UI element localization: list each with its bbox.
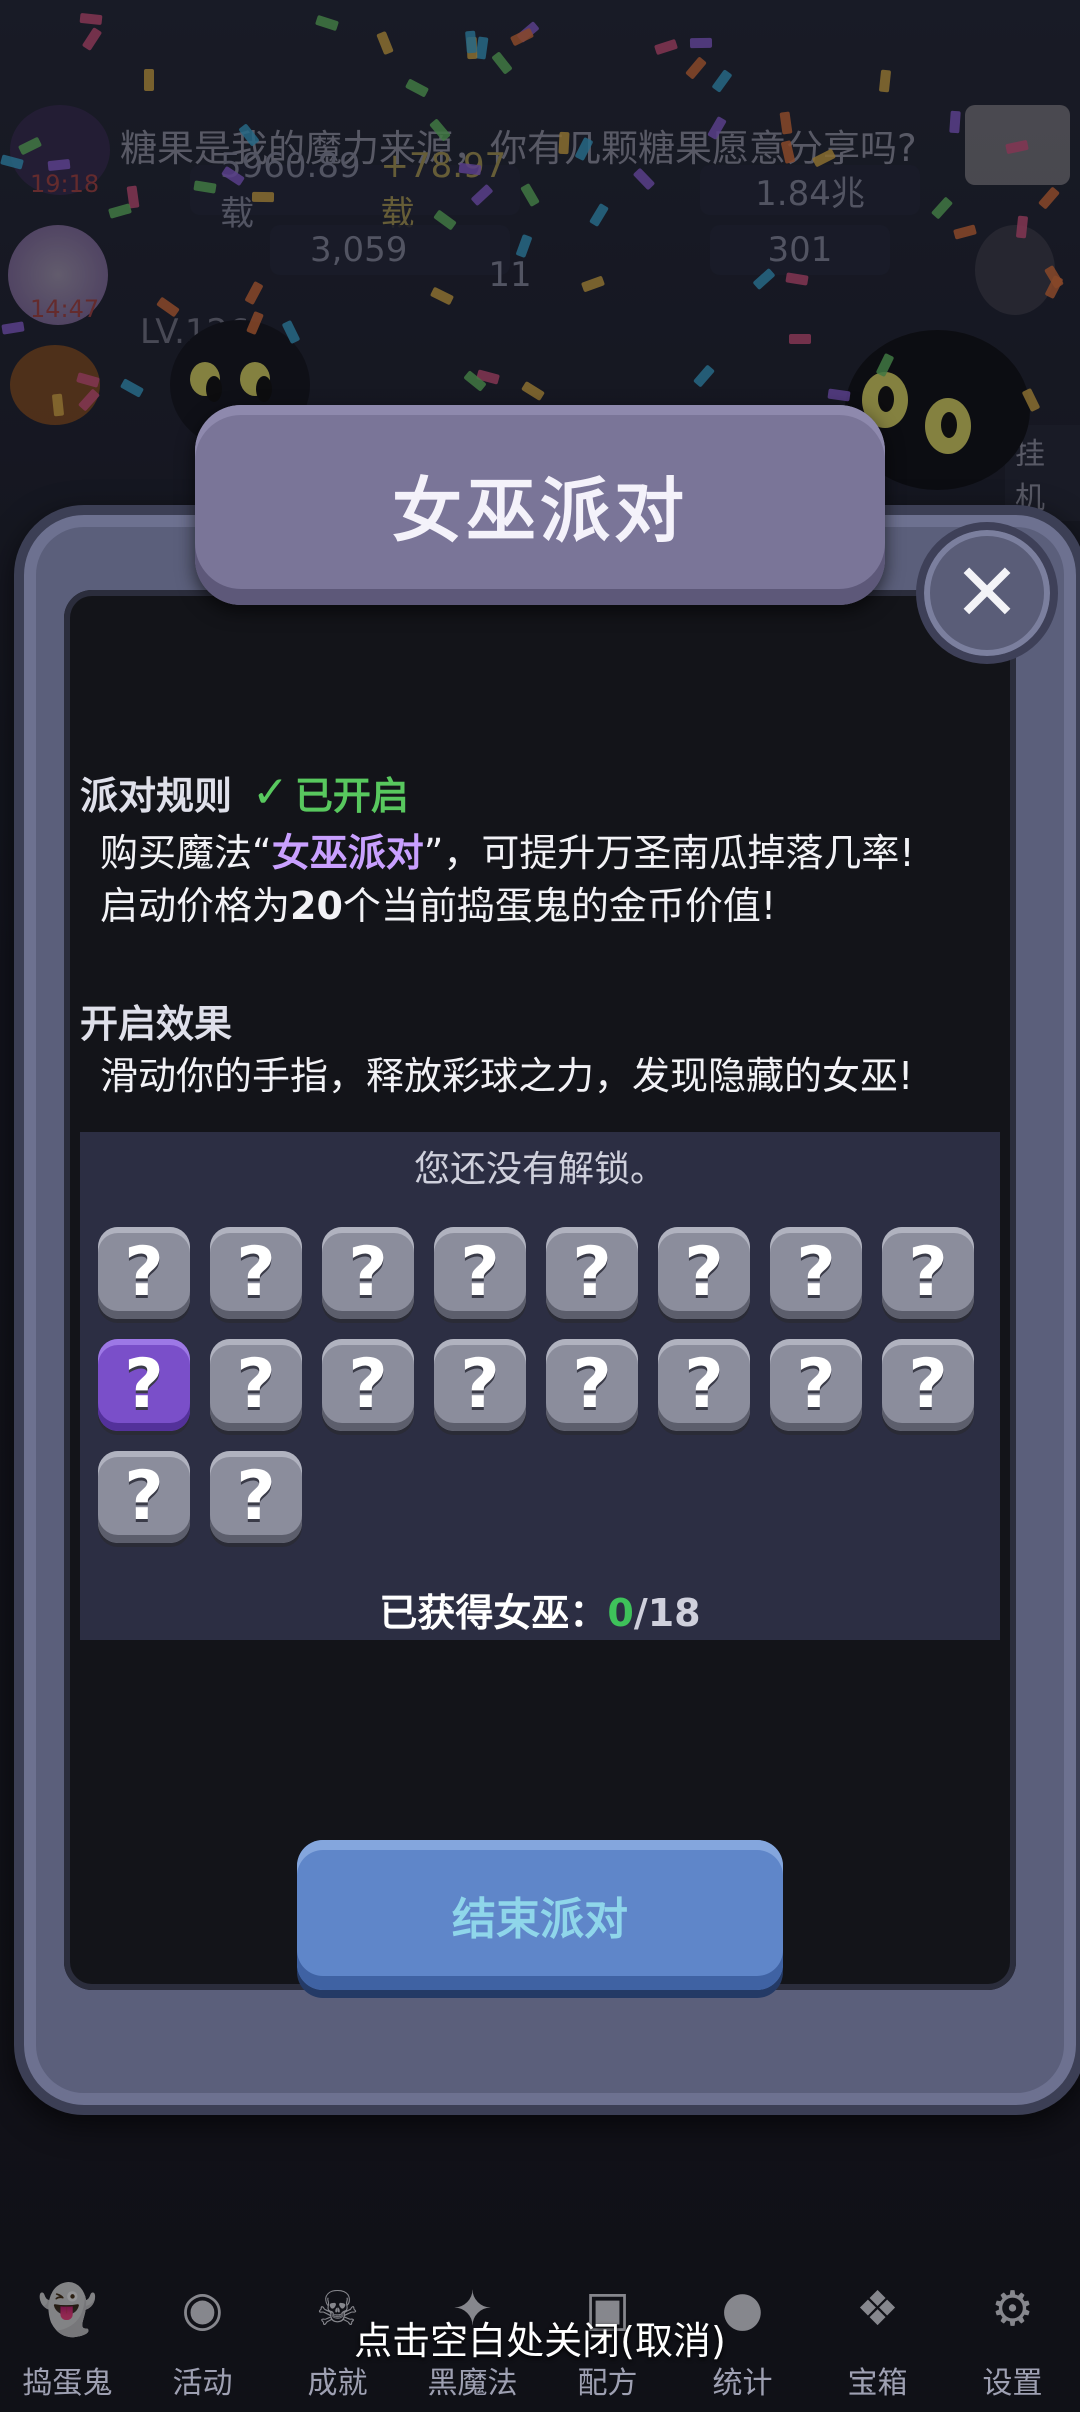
witch-slot-grid: ?????????????????? [98,1227,998,1543]
witch-slot[interactable]: ? [770,1227,862,1319]
witch-slot[interactable]: ? [882,1339,974,1431]
rules-heading: 派对规则 [80,774,233,818]
question-mark-icon: ? [124,1345,164,1424]
witch-slot[interactable]: ? [434,1339,526,1431]
question-mark-icon: ? [684,1345,724,1424]
witch-slot[interactable]: ? [882,1227,974,1319]
question-mark-icon: ? [796,1345,836,1424]
modal-title: 女巫派对 [392,469,688,552]
witch-slot[interactable]: ? [210,1227,302,1319]
close-x-icon: ✕ [953,546,1021,639]
question-mark-icon: ? [236,1457,276,1536]
close-button[interactable]: ✕ [916,522,1058,664]
price-multiplier: 20 [290,884,343,928]
question-mark-icon: ? [460,1345,500,1424]
question-mark-icon: ? [348,1233,388,1312]
question-mark-icon: ? [236,1233,276,1312]
witch-slot[interactable]: ? [658,1227,750,1319]
rules-line-2: 启动价格为20个当前捣蛋鬼的金币价值! [100,875,776,930]
witch-slot[interactable]: ? [546,1227,638,1319]
witch-slot[interactable]: ? [770,1339,862,1431]
witch-count-label: 已获得女巫： [379,1591,608,1635]
question-mark-icon: ? [236,1345,276,1424]
witch-slot[interactable]: ? [210,1451,302,1543]
question-mark-icon: ? [908,1233,948,1312]
question-mark-icon: ? [124,1233,164,1312]
witch-slot[interactable]: ? [98,1451,190,1543]
rules-line-1-prefix: 购买魔法“ [100,831,272,875]
question-mark-icon: ? [572,1345,612,1424]
witch-count-line: 已获得女巫：0/18 [80,1582,1000,1637]
witch-slot[interactable]: ? [322,1339,414,1431]
witch-slot[interactable]: ? [434,1227,526,1319]
witch-count-got: 0 [607,1591,634,1635]
witch-slot[interactable]: ? [658,1339,750,1431]
witch-slot[interactable]: ? [98,1339,190,1431]
rules-line-1-suffix: ”，可提升万圣南瓜掉落几率! [423,831,915,875]
question-mark-icon: ? [124,1457,164,1536]
witch-slot[interactable]: ? [98,1227,190,1319]
rules-status: ✓ 已开启 [252,765,409,820]
witch-slot[interactable]: ? [210,1339,302,1431]
witch-count-total: 18 [647,1591,701,1635]
rules-line-1: 购买魔法“女巫派对”，可提升万圣南瓜掉落几率! [100,822,915,877]
witch-count-separator: / [633,1591,648,1635]
effect-heading: 开启效果 [80,1002,233,1046]
question-mark-icon: ? [684,1233,724,1312]
unlock-note: 您还没有解锁。 [413,1149,666,1190]
rules-heading-row: 派对规则 ✓ 已开启 [80,765,409,820]
question-mark-icon: ? [460,1233,500,1312]
rules-line-2-suffix: 个当前捣蛋鬼的金币价值! [342,884,777,928]
end-party-label: 结束派对 [452,1894,628,1945]
rules-line-2-prefix: 启动价格为 [100,884,291,928]
question-mark-icon: ? [796,1233,836,1312]
witch-slot[interactable]: ? [546,1339,638,1431]
witch-collection-panel: 您还没有解锁。 ?????????????????? 已获得女巫：0/18 [80,1132,1000,1640]
magic-name-highlight: 女巫派对 [271,831,424,875]
title-board: 女巫派对 [195,405,885,605]
effect-line: 滑动你的手指，释放彩球之力，发现隐藏的女巫! [100,1054,914,1098]
question-mark-icon: ? [348,1345,388,1424]
close-hint[interactable]: 点击空白处关闭(取消) [0,2310,1080,2365]
end-party-button[interactable]: 结束派对 [297,1840,783,1990]
checkmark-icon: ✓ [252,767,289,818]
rules-status-label: 已开启 [294,774,409,818]
question-mark-icon: ? [908,1345,948,1424]
question-mark-icon: ? [572,1233,612,1312]
witch-slot[interactable]: ? [322,1227,414,1319]
